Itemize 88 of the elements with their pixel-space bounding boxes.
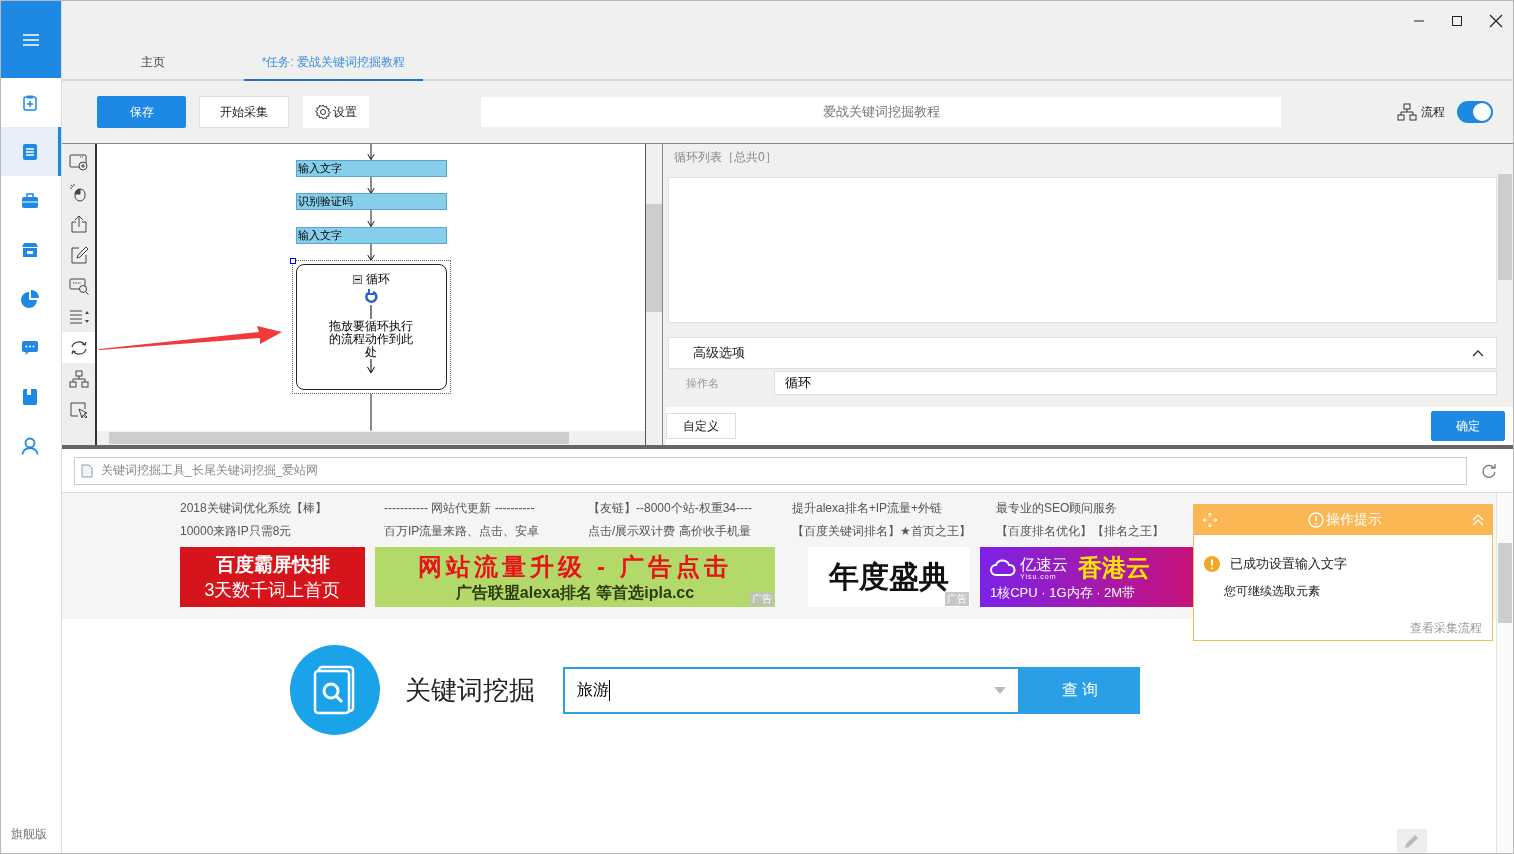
pencil-icon [1403,832,1421,850]
sort-list-icon[interactable] [68,308,89,325]
settings-icon [315,104,331,120]
flow-step[interactable]: 识别验证码 [295,193,447,211]
flow-label: 流程 [1421,103,1445,121]
cloud-icon [990,559,1016,577]
edit-icon[interactable] [69,245,88,264]
user-icon[interactable] [20,436,39,455]
task-name-field[interactable]: 爱战关键词挖掘教程 [481,97,1281,127]
banner-text: 3天数千词上首页 [204,579,341,602]
brand-text: 亿速云 [1020,556,1068,573]
flow-toggle[interactable] [1457,101,1493,123]
loop-icon [364,288,378,305]
cursor-select-icon[interactable] [68,400,89,419]
tip-message: 已成功设置输入文字 [1230,555,1347,573]
banner-text: 百度霸屏快排 [215,553,330,577]
dropdown-caret-icon[interactable] [994,686,1006,694]
sitemap-icon [1397,103,1417,121]
warning-icon [1204,556,1220,572]
banner-text: 1核CPU · 1G内存 · 2M带 [990,584,1136,602]
ad-banner[interactable]: 网站流量升级 - 广告点击 广告联盟alexa排名 等首选ipla.cc 广告 [375,547,775,607]
flow-arrow [366,243,376,261]
search-title: 关键词挖掘 [405,673,535,707]
page-title: 关键词挖掘工具_长尾关键词挖掘_爱站网 [101,462,319,479]
tip-detail: 您可继续选取元素 [1223,583,1321,600]
settings-button[interactable]: 设置 [303,96,369,128]
pie-chart-icon[interactable] [20,289,39,308]
banner-text: 广告联盟alexa排名 等首选ipla.cc [455,582,695,603]
flow-arrow [366,176,376,194]
ad-link[interactable]: 2018关键词优化系统【棒】 [180,500,384,517]
start-button[interactable]: 开始采集 [199,96,289,128]
field-label: 操作名 [686,375,720,391]
ad-link[interactable]: 【百度关键词排名】★首页之王】 [792,523,996,540]
ad-link[interactable]: ----------- 网站代更新 ---------- [384,500,588,517]
save-button[interactable]: 保存 [97,96,186,128]
ad-link[interactable]: 提升alexa排名+IP流量+外链 [792,500,996,517]
book-icon[interactable] [21,387,38,406]
tip-title: 操作提示 [1326,511,1382,529]
storefront-icon[interactable] [20,241,39,258]
selection-handle[interactable] [289,258,296,265]
ad-link[interactable]: 【友链】--8000个站-权重34---- [588,500,792,517]
tab[interactable]: 主页 [62,45,244,81]
flow-step[interactable]: 输入文字 [295,226,447,244]
ad-banner[interactable]: 百度霸屏快排 3天数千词上首页 [180,547,365,607]
sidebar-item[interactable] [1,127,61,176]
chat-icon[interactable] [20,339,39,356]
clipboard-plus-icon[interactable] [22,94,37,111]
ad-link[interactable]: 点击/展示双计费 高价收手机量 [588,523,792,540]
banner-text: 年度盛典 [829,557,949,594]
briefcase-icon[interactable] [20,192,39,209]
chevron-icon [1472,349,1484,357]
name-field[interactable]: 循环 [774,371,1497,395]
window-add-icon[interactable] [68,152,89,171]
loop-step[interactable]: 循环 拖放要循环执行的流程动作到此处 [295,264,447,391]
connector-line [370,304,372,321]
ad-link[interactable]: 百万IP流量来路、点击、安卓 [384,523,588,540]
vertical-scrollbar[interactable] [645,144,663,445]
captcha-search-icon[interactable] [68,276,89,295]
section-header[interactable]: 高级选项 [668,337,1497,369]
document-icon[interactable] [21,142,38,161]
loop-hint: 拖放要循环执行的流程动作到此处 [328,320,414,360]
magnifier-icon [313,665,357,715]
mouse-click-icon[interactable] [69,183,88,202]
refresh-icon[interactable] [68,338,89,357]
reload-icon[interactable] [1481,462,1497,479]
list-title: 循环列表［总共0］ [673,149,778,166]
sitemap-icon[interactable] [68,369,89,388]
ad-tag: 广告 [750,592,774,606]
flow-arrow [366,144,376,160]
page-icon [81,463,93,478]
banner-headline: 香港云 [1078,553,1150,583]
info-icon [1308,512,1324,528]
section-title: 高级选项 [693,344,745,362]
banner-text: 网站流量升级 - 广告点击 [418,551,732,582]
connector-line [370,394,372,431]
collapse-icon[interactable] [352,275,362,285]
flow-arrow [366,210,376,227]
search-field[interactable]: 旅游 [563,666,1020,714]
flow-arrow [366,359,376,374]
address-field[interactable]: 关键词挖掘工具_长尾关键词挖掘_爱站网 [74,456,1467,485]
edition-label: 旗舰版 [10,826,48,843]
share-upload-icon[interactable] [69,214,88,233]
custom-button[interactable]: 自定义 [666,413,736,439]
flow-step[interactable]: 输入文字 [295,159,447,177]
confirm-button[interactable]: 确定 [1431,411,1505,441]
menu-icon[interactable] [23,33,39,46]
loop-label: 循环 [365,271,390,289]
ad-link[interactable]: 10000来路IP只需8元 [180,523,384,540]
